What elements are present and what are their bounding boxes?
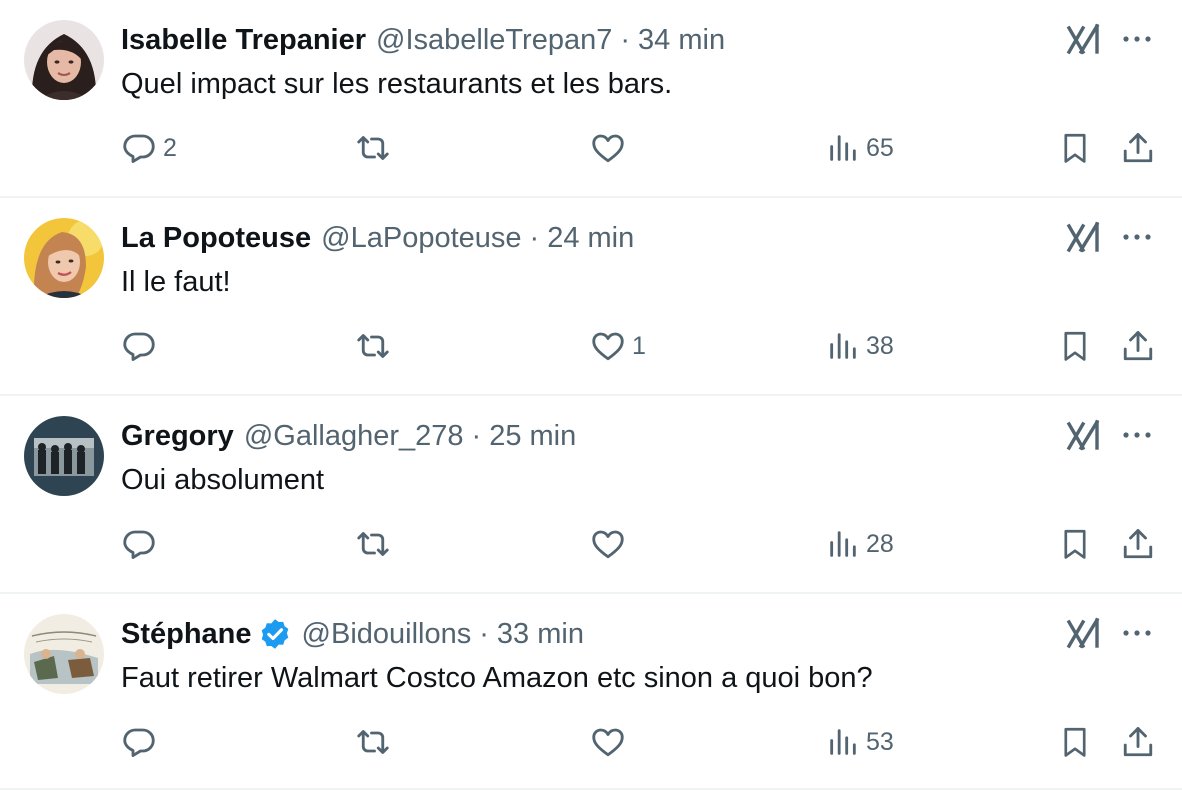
author-name[interactable]: La Popoteuse [121,220,311,256]
bookmark-button[interactable] [1058,722,1092,762]
author-handle[interactable]: @IsabelleTrepan7 [376,22,612,58]
view-count: 38 [866,331,894,360]
like-count: 1 [632,331,646,360]
tweet-header: La Popoteuse @LaPopoteuse · 24 min [121,220,634,256]
share-icon [1120,328,1156,364]
share-button[interactable] [1120,524,1156,564]
reply-icon [121,328,157,364]
timestamp[interactable]: 33 min [497,616,584,652]
author-name[interactable]: Isabelle Trepanier [121,22,366,58]
bookmark-button[interactable] [1058,326,1092,366]
view-count: 28 [866,529,894,558]
bookmark-icon [1058,526,1092,562]
reply-button[interactable]: 2 [121,128,177,168]
reply-count: 2 [163,133,177,162]
bookmark-button[interactable] [1058,524,1092,564]
verified-badge-icon[interactable] [258,617,292,651]
like-button[interactable] [590,722,632,762]
retweet-button[interactable] [354,128,398,168]
author-handle[interactable]: @Bidouillons [302,616,472,652]
tweet[interactable]: Stéphane @Bidouillons · 33 min Faut reti… [0,594,1182,790]
tweet[interactable]: Isabelle Trepanier @IsabelleTrepan7 · 34… [0,0,1182,198]
reply-icon [121,526,157,562]
grok-icon[interactable] [1066,22,1102,56]
tweet-header: Gregory @Gallagher_278 · 25 min [121,418,576,454]
views-icon [826,130,860,166]
grok-icon[interactable] [1066,418,1102,452]
retweet-button[interactable] [354,326,398,366]
avatar[interactable] [24,20,104,100]
avatar[interactable] [24,416,104,496]
more-icon[interactable] [1120,222,1154,252]
views-button[interactable]: 28 [826,524,894,564]
more-icon[interactable] [1120,618,1154,648]
bookmark-icon [1058,328,1092,364]
tweet-text: Oui absolument [121,464,325,496]
views-button[interactable]: 38 [826,326,894,366]
retweet-icon [354,328,392,364]
view-count: 53 [866,727,894,756]
views-icon [826,328,860,364]
heart-icon [590,130,626,166]
views-icon [826,724,860,760]
tweet-header: Stéphane @Bidouillons · 33 min [121,616,584,652]
grok-icon[interactable] [1066,220,1102,254]
like-button[interactable] [590,128,632,168]
reply-icon [121,130,157,166]
more-icon[interactable] [1120,24,1154,54]
retweet-icon [354,724,392,760]
separator: · [479,618,489,650]
separator: · [529,222,540,254]
retweet-button[interactable] [354,722,398,762]
share-icon [1120,724,1156,760]
tweet[interactable]: La Popoteuse @LaPopoteuse · 24 min Il le… [0,198,1182,396]
tweet[interactable]: Gregory @Gallagher_278 · 25 min Oui abso… [0,396,1182,594]
author-handle[interactable]: @Gallagher_278 [244,418,464,454]
like-button[interactable]: 1 [590,326,646,366]
reply-feed: Isabelle Trepanier @IsabelleTrepan7 · 34… [0,0,1182,790]
views-icon [826,526,860,562]
grok-icon[interactable] [1066,616,1102,650]
retweet-icon [354,526,392,562]
heart-icon [590,526,626,562]
retweet-button[interactable] [354,524,398,564]
share-icon [1120,526,1156,562]
author-name[interactable]: Gregory [121,418,234,454]
author-name[interactable]: Stéphane [121,616,252,652]
tweet-text: Faut retirer Walmart Costco Amazon etc s… [121,662,873,694]
retweet-icon [354,130,392,166]
reply-button[interactable] [121,524,163,564]
like-button[interactable] [590,524,632,564]
bookmark-icon [1058,724,1092,760]
separator: · [471,420,482,452]
heart-icon [590,724,626,760]
author-handle[interactable]: @LaPopoteuse [321,220,521,256]
separator: · [620,24,631,56]
heart-icon [590,328,626,364]
bookmark-icon [1058,130,1092,166]
tweet-header: Isabelle Trepanier @IsabelleTrepan7 · 34… [121,22,725,58]
bookmark-button[interactable] [1058,128,1092,168]
avatar[interactable] [24,218,104,298]
tweet-text: Il le faut! [121,266,231,298]
avatar[interactable] [24,614,104,694]
views-button[interactable]: 53 [826,722,894,762]
reply-button[interactable] [121,722,163,762]
tweet-text: Quel impact sur les restaurants et les b… [121,68,673,100]
share-icon [1120,130,1156,166]
timestamp[interactable]: 34 min [638,22,725,58]
reply-button[interactable] [121,326,163,366]
timestamp[interactable]: 24 min [547,220,634,256]
more-icon[interactable] [1120,420,1154,450]
views-button[interactable]: 65 [826,128,894,168]
share-button[interactable] [1120,128,1156,168]
view-count: 65 [866,133,894,162]
reply-icon [121,724,157,760]
share-button[interactable] [1120,326,1156,366]
timestamp[interactable]: 25 min [489,418,576,454]
share-button[interactable] [1120,722,1156,762]
